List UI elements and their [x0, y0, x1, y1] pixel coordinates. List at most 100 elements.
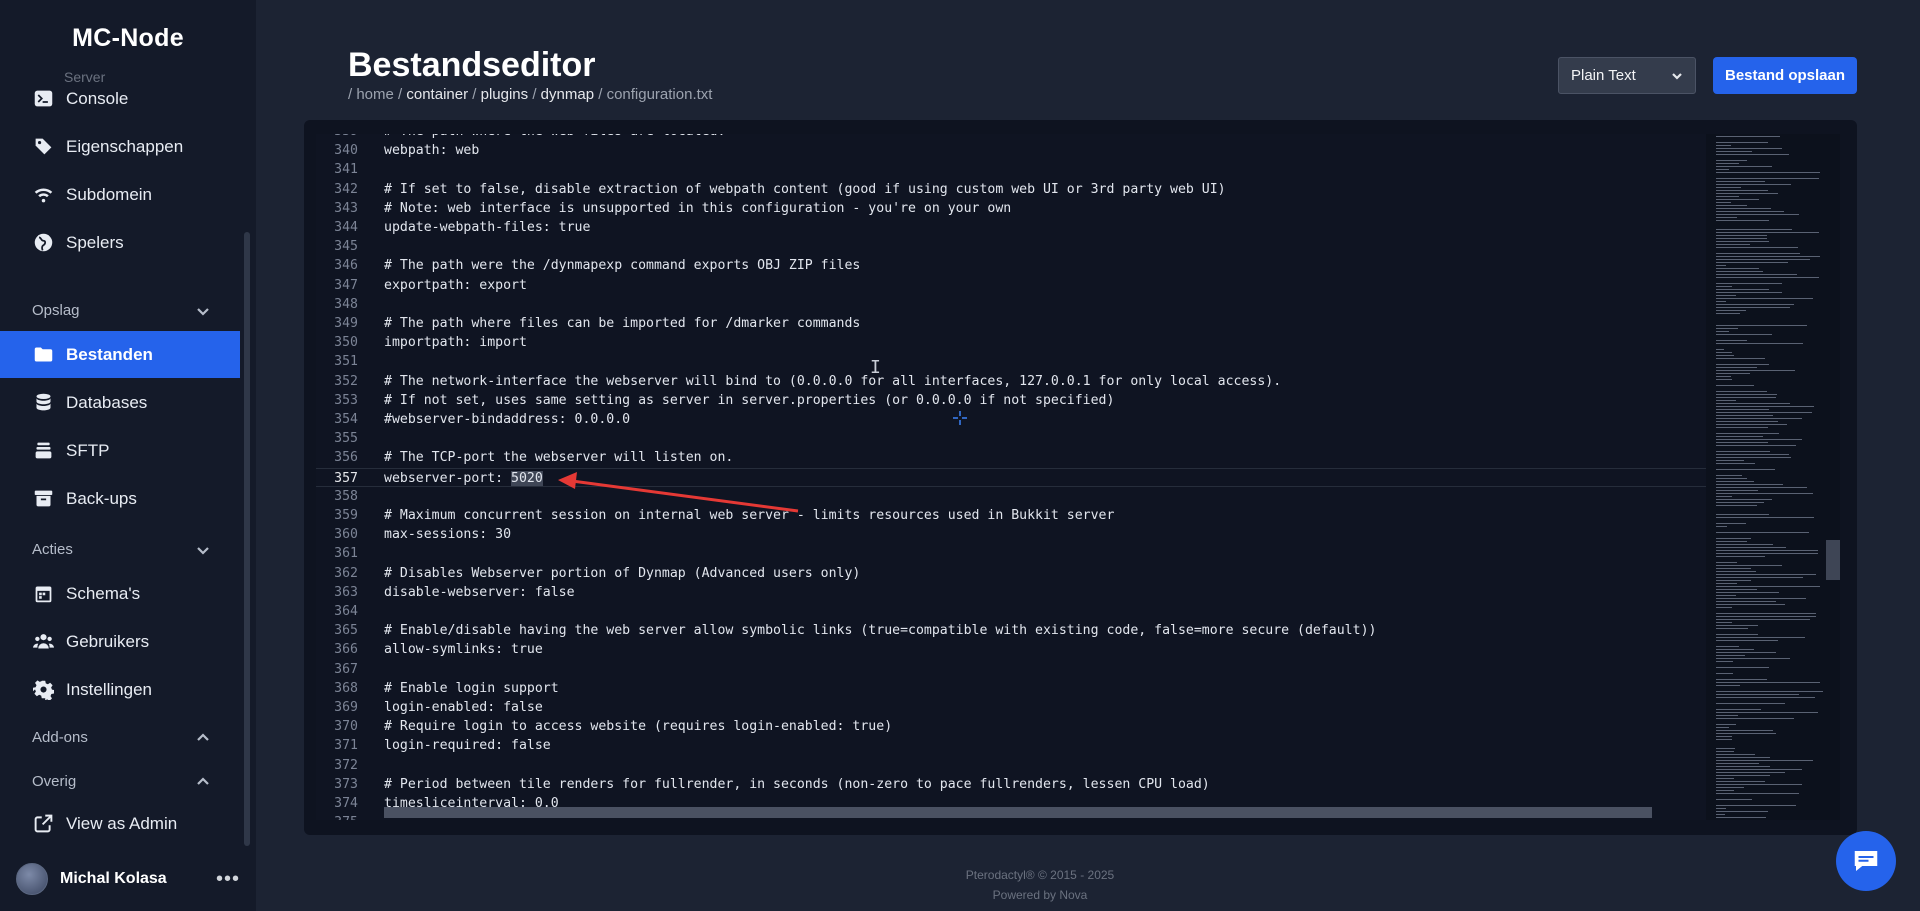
editor-minimap[interactable]	[1706, 134, 1840, 820]
breadcrumb-file: configuration.txt	[606, 86, 713, 103]
line-text: # The path were the /dynmapexp command e…	[384, 258, 861, 274]
minimap-line	[1716, 352, 1732, 353]
minimap-line	[1716, 778, 1734, 779]
code-line[interactable]: 365 # Enable/disable having the web serve…	[316, 621, 1706, 640]
code-line[interactable]: 339 # The path where the web-files are lo…	[316, 134, 1706, 141]
sidebar-item-databases[interactable]: Databases	[0, 379, 240, 426]
minimap-line	[1716, 343, 1803, 344]
code-line[interactable]: 366 allow-symlinks: true	[316, 640, 1706, 659]
save-file-button[interactable]: Bestand opslaan	[1713, 57, 1857, 94]
sidebar-section-overig[interactable]: Overig	[32, 773, 210, 790]
code-line[interactable]: 342 # If set to false, disable extraction…	[316, 180, 1706, 199]
app-logo[interactable]: MC-Node	[0, 24, 256, 53]
code-line[interactable]: 373 # Period between tile renders for ful…	[316, 775, 1706, 794]
code-line[interactable]: 350 importpath: import	[316, 333, 1706, 352]
code-line[interactable]: 354 #webserver-bindaddress: 0.0.0.0	[316, 410, 1706, 429]
code-line[interactable]: 343 # Note: web interface is unsupported …	[316, 199, 1706, 218]
code-line[interactable]: 356 # The TCP-port the webserver will lis…	[316, 448, 1706, 467]
minimap-line	[1716, 697, 1815, 698]
sidebar-section-opslag[interactable]: Opslag	[32, 302, 210, 319]
code-line[interactable]: 368 # Enable login support	[316, 679, 1706, 698]
sidebar-item-gebruikers[interactable]: Gebruikers	[0, 618, 240, 665]
editor-horizontal-scrollbar[interactable]	[384, 807, 1652, 818]
line-number: 355	[334, 431, 358, 447]
line-text: login-enabled: false	[384, 700, 543, 715]
code-line[interactable]: 352 # The network-interface the webserver…	[316, 372, 1706, 391]
line-text: # The path where the web-files are locat…	[384, 134, 725, 141]
sidebar-item-back-ups[interactable]: Back-ups	[0, 475, 240, 522]
code-line[interactable]: 371 login-required: false	[316, 736, 1706, 755]
code-line[interactable]: 361	[316, 544, 1706, 563]
sidebar-item-bestanden[interactable]: Bestanden	[0, 331, 240, 378]
minimap-line	[1716, 583, 1737, 584]
sidebar-scrollbar[interactable]	[244, 232, 250, 846]
code-line[interactable]: 348	[316, 295, 1706, 314]
minimap-line	[1716, 484, 1783, 485]
section-label: Add-ons	[32, 729, 88, 746]
line-number: 339	[316, 134, 358, 141]
code-line[interactable]: 347 exportpath: export	[316, 276, 1706, 295]
minimap-line	[1716, 724, 1736, 725]
syntax-mode-select[interactable]: Plain Text	[1558, 57, 1696, 94]
minimap-line	[1716, 199, 1759, 200]
sidebar-item-spelers[interactable]: Spelers	[0, 219, 240, 266]
code-line[interactable]: 355	[316, 429, 1706, 448]
code-line[interactable]: 346 # The path were the /dynmapexp comman…	[316, 256, 1706, 275]
code-line[interactable]: 370 # Require login to access website (re…	[316, 717, 1706, 736]
breadcrumb-root[interactable]: / home /	[348, 86, 402, 103]
code-line[interactable]: 372	[316, 756, 1706, 775]
minimap-line	[1716, 760, 1813, 761]
code-line[interactable]: 369 login-enabled: false	[316, 698, 1706, 717]
code-line[interactable]: 353 # If not set, uses same setting as se…	[316, 391, 1706, 410]
breadcrumb-plugins[interactable]: plugins	[481, 86, 529, 103]
code-line[interactable]: 358	[316, 487, 1706, 506]
code-line[interactable]: 360 max-sessions: 30	[316, 525, 1706, 544]
footer-powered-by[interactable]: Powered by Nova	[0, 888, 1920, 902]
minimap-line	[1716, 541, 1747, 542]
sidebar-item-eigenschappen[interactable]: Eigenschappen	[0, 123, 240, 170]
minimap-slider[interactable]	[1826, 540, 1840, 580]
code-line[interactable]: 367	[316, 660, 1706, 679]
minimap-line	[1716, 286, 1732, 287]
minimap-line	[1716, 775, 1770, 776]
minimap-line	[1716, 304, 1794, 305]
minimap-line	[1716, 685, 1740, 686]
minimap-line	[1716, 712, 1818, 713]
code-line[interactable]: 357 webserver-port: 5020	[316, 467, 1706, 487]
chat-button[interactable]	[1836, 831, 1896, 891]
sidebar-item-sftp[interactable]: SFTP	[0, 427, 240, 474]
database-icon	[32, 392, 54, 414]
code-editor[interactable]: 339 # The path where the web-files are lo…	[316, 134, 1706, 820]
sidebar-item-console[interactable]: Console	[0, 75, 240, 122]
code-line[interactable]: 344 update-webpath-files: true	[316, 218, 1706, 237]
line-text: # The path where files can be imported f…	[384, 316, 861, 331]
code-line[interactable]: 341	[316, 160, 1706, 179]
sidebar-item-subdomein[interactable]: Subdomein	[0, 171, 240, 218]
code-line[interactable]: 345	[316, 237, 1706, 256]
minimap-line	[1716, 172, 1820, 173]
breadcrumb-dynmap[interactable]: dynmap	[541, 86, 594, 103]
sidebar-section-acties[interactable]: Acties	[32, 541, 210, 558]
minimap-line	[1716, 667, 1769, 668]
sidebar-item-view-as-admin[interactable]: View as Admin	[0, 800, 240, 846]
minimap-line	[1716, 628, 1748, 629]
breadcrumb-container[interactable]: container	[406, 86, 468, 103]
minimap-line	[1716, 247, 1798, 248]
minimap-line	[1716, 652, 1776, 653]
line-text: # Disables Webserver portion of Dynmap (…	[384, 565, 861, 581]
minimap-line	[1716, 814, 1725, 815]
code-line[interactable]: 349 # The path where files can be importe…	[316, 314, 1706, 333]
line-number: 358	[334, 488, 358, 504]
sidebar-item-schemas[interactable]: Schema's	[0, 570, 240, 617]
line-number: 341	[334, 162, 358, 178]
code-line[interactable]: 364	[316, 602, 1706, 621]
line-number: 365	[334, 623, 358, 639]
code-line[interactable]: 351	[316, 352, 1706, 371]
code-line[interactable]: 340 webpath: web	[316, 141, 1706, 160]
code-line[interactable]: 359 # Maximum concurrent session on inter…	[316, 506, 1706, 525]
code-line[interactable]: 363 disable-webserver: false	[316, 583, 1706, 602]
sidebar-item-instellingen[interactable]: Instellingen	[0, 666, 240, 713]
minimap-line	[1716, 289, 1769, 290]
code-line[interactable]: 362 # Disables Webserver portion of Dynma…	[316, 564, 1706, 583]
sidebar-section-addons[interactable]: Add-ons	[32, 729, 210, 746]
